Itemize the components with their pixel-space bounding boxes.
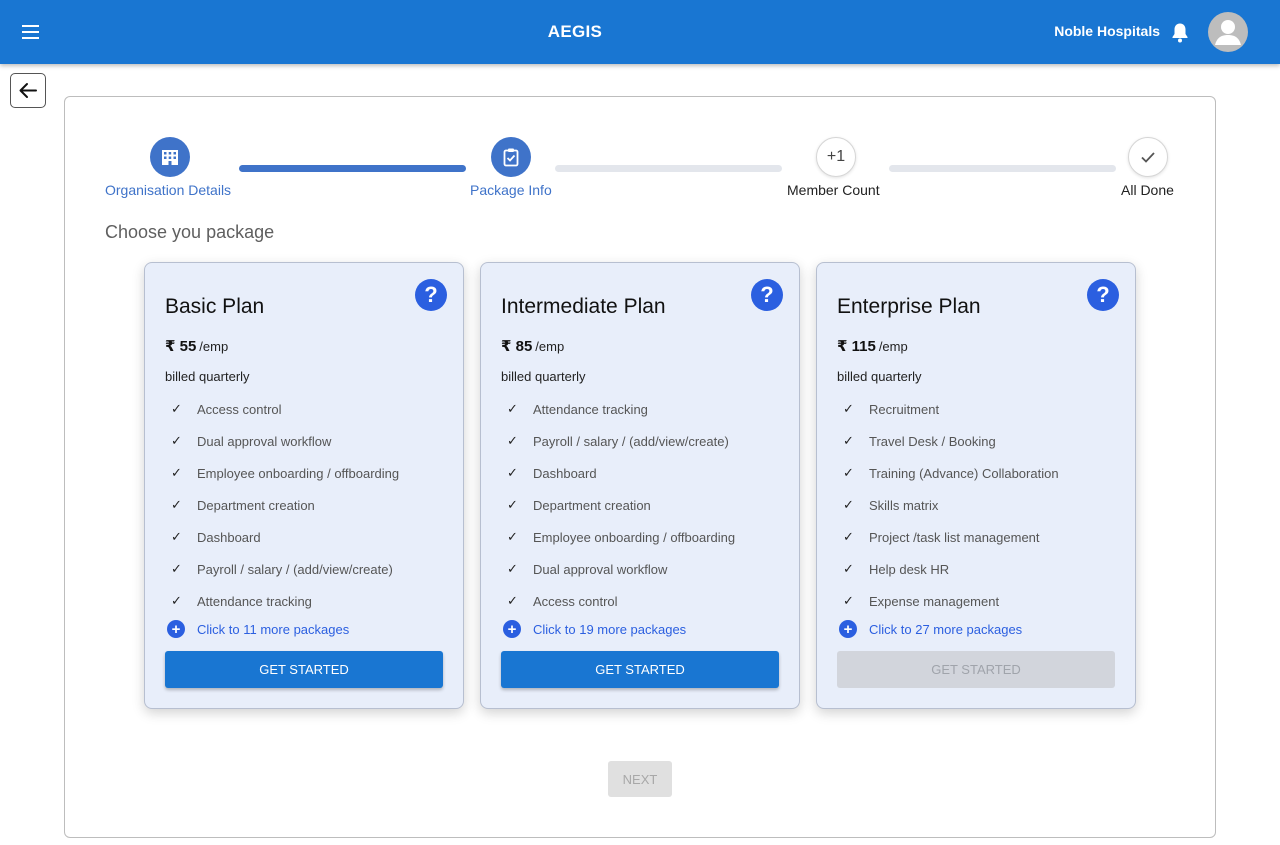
feature-item: ✓ Project /task list management [837, 521, 1059, 553]
checkmark-icon: ✓ [843, 433, 854, 448]
next-button: NEXT [608, 761, 672, 797]
billing-cycle: billed quarterly [837, 369, 922, 384]
plus-circle-icon: + [839, 620, 857, 638]
checkmark-icon: ✓ [843, 497, 854, 512]
get-started-button[interactable]: GET STARTED [165, 651, 443, 688]
top-app-bar: AEGIS Noble Hospitals [0, 0, 1280, 64]
plan-price: ₹ 85/emp [501, 338, 565, 355]
checkmark-icon: ✓ [171, 433, 182, 448]
feature-item: ✓ Help desk HR [837, 553, 1059, 585]
plan-price: ₹ 55/emp [165, 338, 229, 355]
checkmark-icon: ✓ [171, 401, 182, 416]
step-connector-3 [889, 165, 1116, 172]
section-title: Choose you package [105, 222, 275, 242]
feature-item: ✓ Employee onboarding / offboarding [501, 521, 735, 553]
feature-item: ✓ Dashboard [501, 457, 735, 489]
feature-item: ✓ Department creation [165, 489, 399, 521]
feature-item: ✓ Access control [165, 393, 399, 425]
feature-item: ✓ Dashboard [165, 521, 399, 553]
feature-item: ✓ Access control [501, 585, 735, 617]
bell-icon[interactable] [1170, 22, 1190, 44]
checkmark-icon: ✓ [171, 497, 182, 512]
plan-price: ₹ 115/emp [837, 338, 908, 355]
checkmark-icon: ✓ [843, 561, 854, 576]
plus-one-icon: +1 [826, 148, 846, 165]
feature-list: ✓ Attendance tracking ✓ Payroll / salary /… [501, 393, 735, 617]
more-packages-link[interactable]: + Click to 27 more packages [839, 620, 1022, 638]
feature-item: ✓ Employee onboarding / offboarding [165, 457, 399, 489]
step-organisation-details[interactable] [150, 137, 190, 177]
checkmark-icon: ✓ [843, 401, 854, 416]
help-icon[interactable]: ? [1087, 279, 1119, 311]
step-label-member-count: Member Count [787, 182, 880, 198]
plan-name: Enterprise Plan [837, 295, 981, 318]
step-connector-1 [239, 165, 466, 172]
feature-item: ✓ Attendance tracking [501, 393, 735, 425]
feature-item: ✓ Skills matrix [837, 489, 1059, 521]
feature-item: ✓ Payroll / salary / (add/view/create) [165, 553, 399, 585]
feature-item: ✓ Dual approval workflow [501, 553, 735, 585]
billing-cycle: billed quarterly [165, 369, 250, 384]
checkmark-icon: ✓ [507, 401, 518, 416]
plus-circle-icon: + [503, 620, 521, 638]
feature-item: ✓ Recruitment [837, 393, 1059, 425]
more-packages-link[interactable]: + Click to 19 more packages [503, 620, 686, 638]
feature-list: ✓ Access control ✓ Dual approval workflow … [165, 393, 399, 617]
checkmark-icon: ✓ [171, 529, 182, 544]
plus-circle-icon: + [167, 620, 185, 638]
feature-item: ✓ Department creation [501, 489, 735, 521]
checkmark-icon: ✓ [507, 465, 518, 480]
back-button[interactable] [10, 73, 46, 108]
feature-item: ✓ Payroll / salary / (add/view/create) [501, 425, 735, 457]
plan-name: Basic Plan [165, 295, 265, 318]
feature-item: ✓ Training (Advance) Collaboration [837, 457, 1059, 489]
help-icon[interactable]: ? [415, 279, 447, 311]
feature-item: ✓ Attendance tracking [165, 585, 399, 617]
app-title: AEGIS [547, 22, 603, 41]
feature-item: ✓ Dual approval workflow [165, 425, 399, 457]
checkmark-icon: ✓ [171, 593, 182, 608]
feature-list: ✓ Recruitment ✓ Travel Desk / Booking ✓ Tra… [837, 393, 1059, 617]
building-icon [162, 150, 178, 165]
more-packages-link[interactable]: + Click to 11 more packages [167, 620, 349, 638]
checkmark-icon: ✓ [171, 465, 182, 480]
arrow-left-icon [19, 83, 37, 98]
check-icon [1141, 152, 1155, 163]
feature-item: ✓ Expense management [837, 585, 1059, 617]
clipboard-check-icon [503, 148, 519, 167]
billing-cycle: billed quarterly [501, 369, 586, 384]
plan-card-basic: Basic Plan ? ₹ 55/emp billed quarterly ✓… [144, 262, 464, 709]
step-member-count[interactable]: +1 [816, 137, 856, 177]
checkmark-icon: ✓ [507, 593, 518, 608]
plan-name: Intermediate Plan [501, 295, 666, 318]
plan-card-intermediate: Intermediate Plan ? ₹ 85/emp billed quar… [480, 262, 800, 709]
checkmark-icon: ✓ [507, 433, 518, 448]
user-avatar-icon[interactable] [1208, 12, 1248, 52]
feature-item: ✓ Travel Desk / Booking [837, 425, 1059, 457]
step-label-organisation-details: Organisation Details [105, 182, 232, 198]
help-icon[interactable]: ? [751, 279, 783, 311]
organisation-name: Noble Hospitals [1054, 23, 1160, 39]
step-label-all-done: All Done [1121, 182, 1174, 198]
plan-card-enterprise: Enterprise Plan ? ₹ 115/emp billed quart… [816, 262, 1136, 709]
checkmark-icon: ✓ [171, 561, 182, 576]
get-started-button: GET STARTED [837, 651, 1115, 688]
checkmark-icon: ✓ [507, 561, 518, 576]
get-started-button[interactable]: GET STARTED [501, 651, 779, 688]
checkmark-icon: ✓ [843, 529, 854, 544]
checkmark-icon: ✓ [507, 497, 518, 512]
step-package-info[interactable] [491, 137, 531, 177]
step-connector-2 [555, 165, 782, 172]
step-label-package-info: Package Info [470, 182, 552, 198]
checkmark-icon: ✓ [843, 465, 854, 480]
checkmark-icon: ✓ [507, 529, 518, 544]
checkmark-icon: ✓ [843, 593, 854, 608]
step-all-done[interactable] [1128, 137, 1168, 177]
